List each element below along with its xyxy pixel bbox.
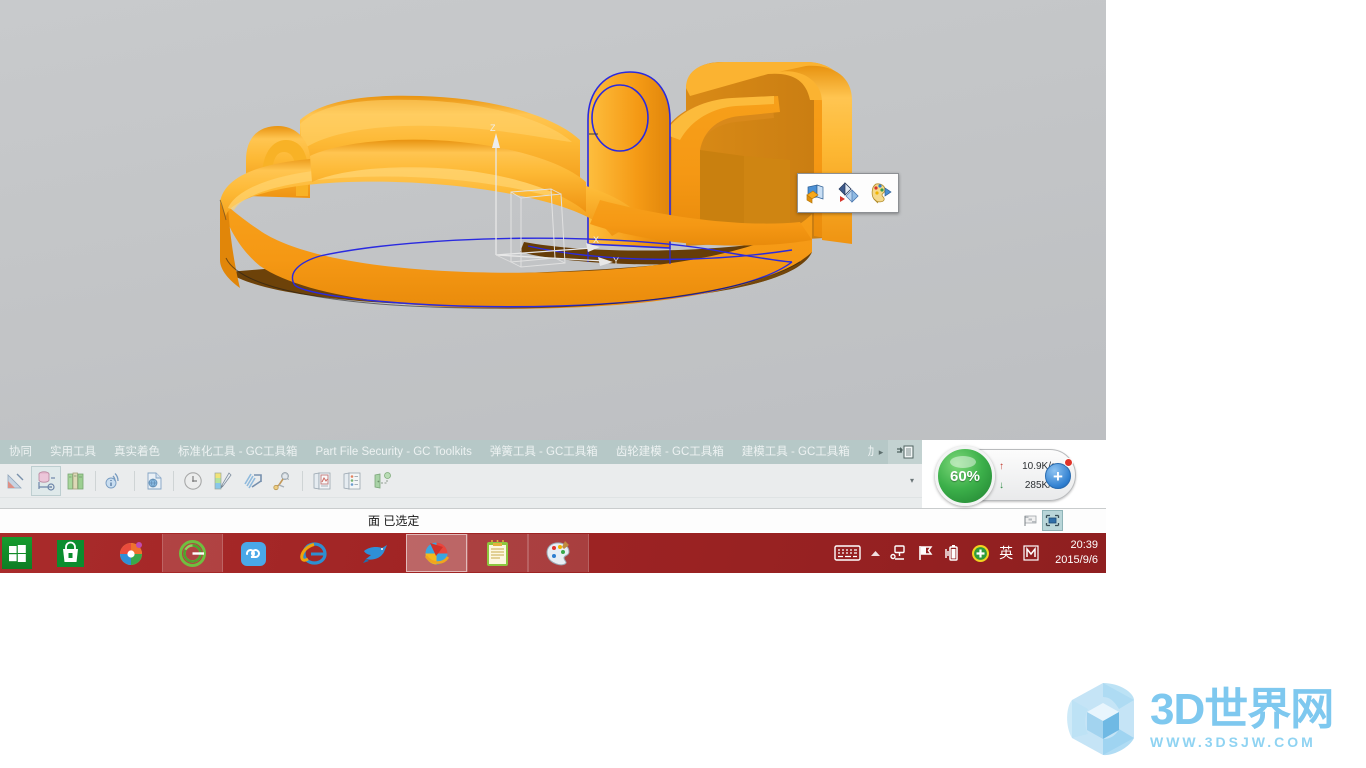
status-message: 面 已选定 bbox=[368, 514, 420, 528]
ribbon-tab-6[interactable]: 齿轮建模 - GC工具箱 bbox=[607, 440, 733, 464]
download-arrow-icon: ↓ bbox=[999, 480, 1004, 491]
status-bar-buttons[interactable] bbox=[1021, 510, 1063, 531]
view-mini-toolbar[interactable] bbox=[797, 173, 899, 213]
toolbar-overflow-dropdown[interactable]: ▾ bbox=[906, 474, 918, 486]
toolbar-separator bbox=[134, 470, 135, 491]
screen: Z X Y 协同 实用工具 真实着色 标准化工具 - GC工具箱 Part Fi… bbox=[0, 0, 1366, 768]
taskbar-item-sogou-explorer[interactable] bbox=[162, 534, 223, 572]
orient-view-icon[interactable] bbox=[834, 179, 862, 207]
color-pencil-icon[interactable] bbox=[209, 467, 237, 495]
ime-english-icon[interactable]: 英 bbox=[999, 544, 1013, 562]
clock-icon[interactable] bbox=[179, 467, 207, 495]
show-hidden-icons-chevron[interactable] bbox=[870, 549, 881, 558]
toolbar-separator bbox=[173, 470, 174, 491]
ribbon-options-icon[interactable] bbox=[888, 440, 922, 464]
parts-list-icon[interactable] bbox=[338, 467, 366, 495]
globe-document-icon[interactable] bbox=[140, 467, 168, 495]
cylinder-datum-icon[interactable] bbox=[31, 465, 61, 496]
taskbar-item-paint[interactable] bbox=[528, 534, 589, 572]
taskbar-item-store[interactable] bbox=[40, 534, 101, 572]
taskbar-item-thunder[interactable] bbox=[406, 534, 467, 572]
3d-cube-hexagon-logo bbox=[1067, 683, 1134, 756]
svg-text:Z: Z bbox=[490, 123, 496, 133]
svg-text:X: X bbox=[593, 235, 599, 245]
watermark-url: WWW.3DSJW.COM bbox=[1150, 734, 1316, 750]
taskbar-items[interactable] bbox=[40, 533, 589, 573]
ribbon-tab-row[interactable]: 协同 实用工具 真实着色 标准化工具 - GC工具箱 Part File Sec… bbox=[0, 440, 922, 464]
ribbon-tab-0[interactable]: 协同 bbox=[0, 440, 41, 464]
ime-mode-icon[interactable] bbox=[1022, 544, 1040, 562]
windows-taskbar[interactable]: 英 20:39 2015/9/6 bbox=[0, 533, 1106, 573]
taskbar-item-meitu[interactable] bbox=[101, 534, 162, 572]
clock-date: 2015/9/6 bbox=[1055, 554, 1098, 566]
toolbar-separator bbox=[302, 470, 303, 491]
orb-gloss bbox=[950, 456, 976, 468]
status-bar: 面 已选定 bbox=[0, 508, 1106, 532]
flag-action-center-icon[interactable] bbox=[917, 544, 935, 562]
spring-tool-icon[interactable] bbox=[239, 467, 267, 495]
svg-text:Y: Y bbox=[613, 256, 619, 266]
cpu-usage-orb[interactable]: 60% bbox=[935, 446, 995, 506]
library-books-icon[interactable] bbox=[62, 467, 90, 495]
checkered-flag-icon[interactable] bbox=[1021, 511, 1040, 530]
drawing-sheet-icon[interactable] bbox=[308, 467, 336, 495]
ribbon-tab-4[interactable]: Part File Security - GC Toolkits bbox=[306, 440, 480, 464]
watermark-title: 3D世界网 bbox=[1150, 685, 1334, 734]
ribbon-tab-2[interactable]: 真实着色 bbox=[105, 440, 169, 464]
render-style-icon[interactable] bbox=[801, 179, 829, 207]
clock-time: 20:39 bbox=[1070, 539, 1098, 551]
taskbar-clock[interactable]: 20:39 2015/9/6 bbox=[1055, 538, 1098, 568]
gear-model-icon[interactable] bbox=[269, 467, 297, 495]
system-tray[interactable]: 英 20:39 2015/9/6 bbox=[834, 533, 1106, 573]
ribbon-tab-3[interactable]: 标准化工具 - GC工具箱 bbox=[169, 440, 306, 464]
export-node-icon[interactable] bbox=[368, 467, 396, 495]
ribbon-tab-5[interactable]: 弹簧工具 - GC工具箱 bbox=[481, 440, 607, 464]
notification-dot-icon bbox=[1064, 458, 1073, 467]
cad-model[interactable]: Z X Y bbox=[0, 0, 1106, 440]
ribbon-tab-1[interactable]: 实用工具 bbox=[41, 440, 105, 464]
display-window-icon[interactable] bbox=[1042, 510, 1063, 531]
edit-object-display-icon[interactable] bbox=[867, 179, 895, 207]
taskbar-item-notes[interactable] bbox=[467, 534, 528, 572]
watermark: 3D世界网 WWW.3DSJW.COM bbox=[1062, 678, 1362, 760]
ribbon-tab-7[interactable]: 建模工具 - GC工具箱 bbox=[733, 440, 859, 464]
ime-english-label: 英 bbox=[999, 545, 1014, 561]
measure-angle-icon[interactable] bbox=[2, 467, 30, 495]
keyboard-icon[interactable] bbox=[834, 544, 861, 562]
taskbar-item-feixin[interactable] bbox=[345, 534, 406, 572]
toolbar-separator bbox=[95, 470, 96, 491]
ribbon-tab-overflow-arrow[interactable]: ▸ bbox=[874, 440, 888, 464]
nx-ribbon: 协同 实用工具 真实着色 标准化工具 - GC工具箱 Part File Sec… bbox=[0, 440, 922, 508]
info-signal-icon[interactable] bbox=[101, 467, 129, 495]
battery-icon[interactable] bbox=[944, 544, 962, 562]
cad-viewport[interactable]: Z X Y bbox=[0, 0, 1106, 440]
network-icon[interactable] bbox=[890, 544, 908, 562]
taskbar-item-internet-explorer[interactable] bbox=[284, 534, 345, 572]
taskbar-item-cloud-disk[interactable] bbox=[223, 534, 284, 572]
usage-percent: 60% bbox=[949, 467, 981, 485]
green-shield-icon[interactable] bbox=[971, 544, 990, 563]
ribbon-toolbar[interactable]: ▾ bbox=[0, 464, 922, 498]
upload-arrow-icon: ↑ bbox=[999, 461, 1004, 472]
network-speed-widget[interactable]: 60% ↑ 10.9K/s ↓ 285K/s + bbox=[935, 446, 1076, 506]
windows-start-icon[interactable] bbox=[2, 537, 32, 569]
